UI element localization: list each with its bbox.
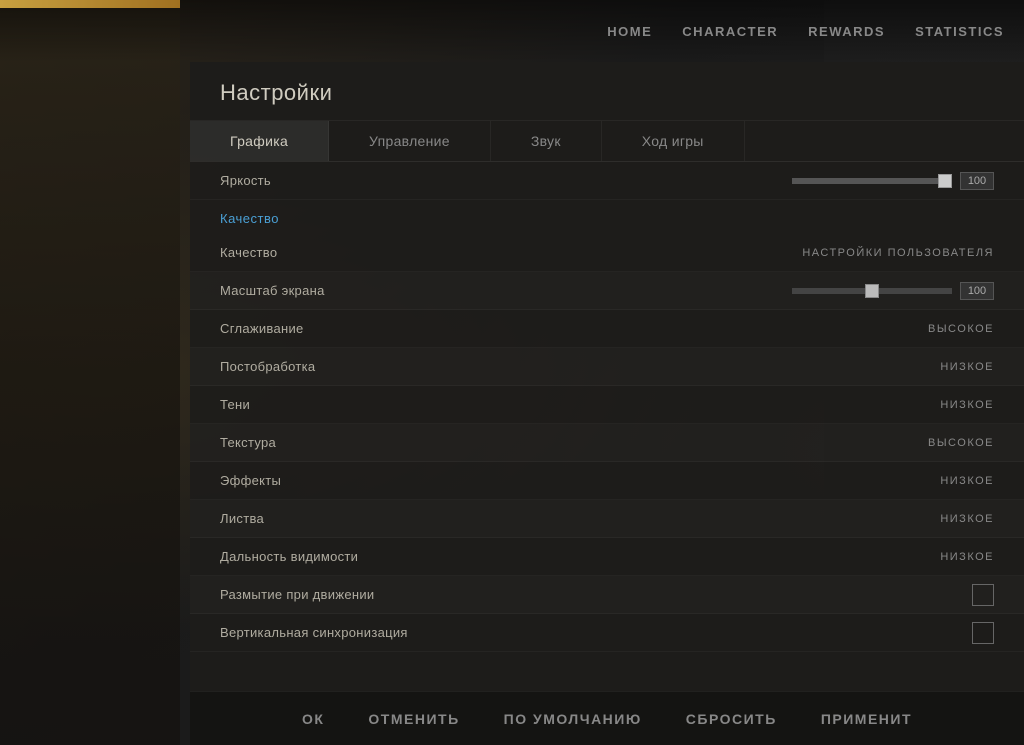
row-shadows: Тени НИЗКОЕ [190,386,1024,424]
motion-blur-label: Размытие при движении [220,587,972,602]
quality-value[interactable]: НАСТРОЙКИ ПОЛЬЗОВАТЕЛЯ [802,247,994,259]
vsync-label: Вертикальная синхронизация [220,625,972,640]
scale-label: Масштаб экрана [220,283,792,298]
row-texture: Текстура ВЫСОКОЕ [190,424,1024,462]
aa-value[interactable]: ВЫСОКОЕ [928,323,994,335]
brightness-slider-fill [792,178,952,184]
row-postprocess: Постобработка НИЗКОЕ [190,348,1024,386]
row-quality: Качество НАСТРОЙКИ ПОЛЬЗОВАТЕЛЯ [190,234,1024,272]
foliage-label: Листва [220,511,940,526]
settings-title: Настройки [190,62,1024,121]
brightness-slider-thumb[interactable] [938,174,952,188]
brightness-slider-container: 100 [792,172,994,190]
shadows-label: Тени [220,397,940,412]
brightness-row: Яркость 100 [190,162,1024,200]
tab-graphics[interactable]: Графика [190,121,329,161]
reset-button[interactable]: СБРОСИТЬ [674,703,789,735]
scale-slider-container: 100 [792,282,994,300]
bottom-action-bar: ОК ОТМЕНИТЬ ПО УМОЛЧАНИЮ СБРОСИТЬ ПРИМЕН… [190,691,1024,745]
vsync-checkbox[interactable] [972,622,994,644]
row-scale: Масштаб экрана 100 [190,272,1024,310]
nav-character[interactable]: CHARACTER [682,19,778,44]
quality-header-text: Качество [220,211,279,226]
nav-statistics[interactable]: STATISTICS [915,19,1004,44]
nav-items: HOME CHARACTER REWARDS STATISTICS [607,19,1004,44]
nav-home[interactable]: HOME [607,19,652,44]
cancel-button[interactable]: ОТМЕНИТЬ [356,703,471,735]
tab-sound[interactable]: Звук [491,121,602,161]
row-aa: Сглаживание ВЫСОКОЕ [190,310,1024,348]
scale-slider-track[interactable] [792,288,952,294]
nav-rewards[interactable]: REWARDS [808,19,885,44]
aa-label: Сглаживание [220,321,928,336]
settings-content[interactable]: Яркость 100 Качество Качество НАСТРОЙКИ … [190,162,1024,691]
ok-button[interactable]: ОК [290,703,336,735]
default-button[interactable]: ПО УМОЛЧАНИЮ [492,703,654,735]
row-foliage: Листва НИЗКОЕ [190,500,1024,538]
effects-label: Эффекты [220,473,940,488]
brightness-value: 100 [960,172,994,190]
quality-section-header: Качество [190,200,1024,234]
shadows-value[interactable]: НИЗКОЕ [940,399,994,411]
motion-blur-checkbox[interactable] [972,584,994,606]
effects-value[interactable]: НИЗКОЕ [940,475,994,487]
postprocess-value[interactable]: НИЗКОЕ [940,361,994,373]
visibility-label: Дальность видимости [220,549,940,564]
corner-accent [0,0,190,62]
quality-label: Качество [220,245,802,260]
postprocess-label: Постобработка [220,359,940,374]
apply-button[interactable]: ПРИМЕНИТ [809,703,924,735]
brightness-slider-track[interactable] [792,178,952,184]
visibility-value[interactable]: НИЗКОЕ [940,551,994,563]
row-visibility: Дальность видимости НИЗКОЕ [190,538,1024,576]
scale-value: 100 [960,282,994,300]
row-vsync: Вертикальная синхронизация [190,614,1024,652]
tab-gameplay[interactable]: Ход игры [602,121,745,161]
settings-panel: Настройки Графика Управление Звук Ход иг… [190,62,1024,745]
foliage-value[interactable]: НИЗКОЕ [940,513,994,525]
row-motion-blur: Размытие при движении [190,576,1024,614]
scale-slider-thumb[interactable] [865,284,879,298]
brightness-label: Яркость [220,173,792,188]
tab-controls[interactable]: Управление [329,121,491,161]
texture-value[interactable]: ВЫСОКОЕ [928,437,994,449]
texture-label: Текстура [220,435,928,450]
tabs-row: Графика Управление Звук Ход игры [190,121,1024,162]
row-effects: Эффекты НИЗКОЕ [190,462,1024,500]
